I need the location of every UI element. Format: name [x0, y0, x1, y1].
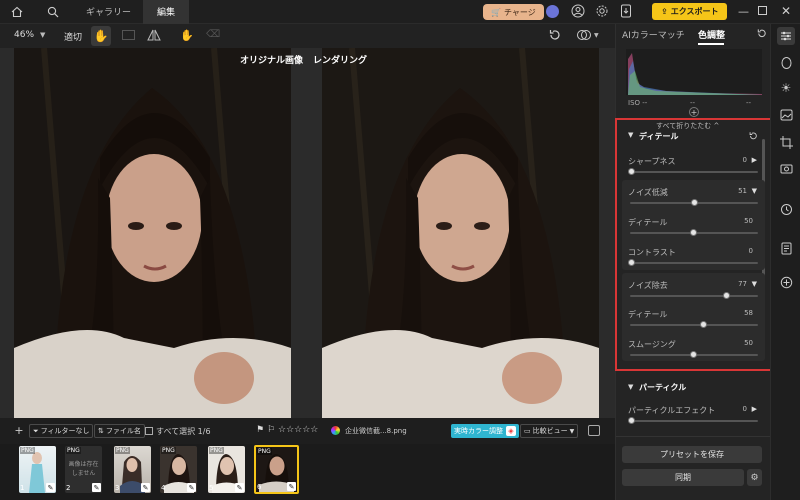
highlight-box: [615, 118, 782, 371]
filter-dropdown[interactable]: ⏷ フィルターなし: [29, 424, 94, 438]
sort-icon: ⇅: [98, 427, 104, 435]
tab-gallery[interactable]: ギャラリー: [74, 0, 143, 24]
panel-divider: [616, 436, 770, 437]
eraser-icon[interactable]: ⌫: [206, 29, 220, 40]
thumbnail[interactable]: PNG 3 ✎: [114, 446, 151, 493]
account-icon[interactable]: [571, 4, 585, 18]
cart-icon: 🛒: [491, 7, 501, 17]
thumbnail-selected[interactable]: PNG 6 ✎: [254, 445, 299, 494]
expand-arrow-icon[interactable]: ▶: [752, 405, 757, 413]
history-icon[interactable]: [778, 201, 794, 217]
star-rating[interactable]: ☆☆☆☆☆: [278, 425, 318, 435]
discord-icon[interactable]: [546, 5, 559, 18]
camera-icon[interactable]: [778, 160, 794, 176]
histogram-value-1: --: [690, 99, 696, 107]
filmstrip: PNG 1 ✎ PNG 画像は存在しません 2 ✎ PNG 3 ✎ PNG 4 …: [0, 444, 615, 500]
filter-icon: ⏷: [33, 426, 39, 435]
select-all-label[interactable]: すべて選択 1/6: [156, 426, 211, 437]
panel-reset-icon[interactable]: [756, 28, 767, 39]
add-image-icon[interactable]: +: [13, 424, 25, 437]
sync-settings-icon[interactable]: ⚙: [747, 469, 762, 486]
search-icon[interactable]: [46, 5, 60, 19]
export-icon: ⇪: [661, 7, 668, 16]
edit-pen-icon[interactable]: ✎: [141, 483, 150, 492]
gear-icon[interactable]: [595, 4, 609, 18]
histogram: [626, 49, 762, 95]
update-icon[interactable]: [620, 4, 632, 18]
maximize-icon[interactable]: [758, 6, 767, 15]
light-icon[interactable]: ☀: [778, 80, 794, 96]
zoom-level[interactable]: 46%: [14, 30, 34, 40]
edit-pen-icon[interactable]: ✎: [46, 483, 55, 492]
original-label: オリジナル画像: [240, 56, 304, 66]
original-image: [14, 48, 291, 418]
title-bar: ギャラリー 編集 🛒 チャージ ⇪ エクスポート — ✕: [0, 0, 800, 24]
edit-pen-icon[interactable]: ✎: [235, 483, 244, 492]
particle-section-title[interactable]: パーティクル: [639, 382, 686, 393]
filter-bar: + ⏷ フィルターなし ⇅ ファイル名 すべて選択 1/6 ⚑ ⚐ ☆☆☆☆☆ 企业…: [0, 418, 615, 444]
hand-tool-icon[interactable]: ✋: [91, 26, 111, 46]
filename-label: 企业微信截...8.png: [345, 427, 407, 435]
thumbnail[interactable]: PNG 4 ✎: [160, 446, 197, 493]
particle-chevron-icon[interactable]: ▼: [628, 383, 633, 391]
sync-button[interactable]: 同期: [622, 469, 744, 486]
charge-button[interactable]: 🛒 チャージ: [483, 4, 544, 20]
compare-mode-icon[interactable]: [576, 28, 592, 42]
image-icon[interactable]: [778, 107, 794, 123]
monitor-icon: ▭: [524, 427, 531, 435]
crop-icon[interactable]: [778, 134, 794, 150]
edit-pen-icon[interactable]: ✎: [187, 483, 196, 492]
tab-ai-color-match[interactable]: AIカラーマッチ: [622, 28, 685, 41]
notes-icon[interactable]: [778, 240, 794, 256]
color-label-icon[interactable]: [331, 426, 340, 435]
flag-reject-icon[interactable]: ⚐: [267, 425, 275, 435]
save-preset-button[interactable]: プリセットを保存: [622, 446, 762, 463]
home-icon[interactable]: [10, 5, 24, 19]
compare-dropdown-icon[interactable]: ▼: [594, 32, 599, 39]
adjust-sliders-icon[interactable]: [777, 27, 795, 45]
chevron-down-icon: ▼: [569, 427, 575, 435]
tab-color-adjust[interactable]: 色調整: [698, 28, 725, 41]
histogram-value-2: --: [746, 99, 752, 107]
tab-edit[interactable]: 編集: [143, 0, 190, 24]
edit-pen-icon[interactable]: ✎: [92, 483, 101, 492]
fit-button[interactable]: 適切: [64, 30, 82, 43]
face-icon[interactable]: [778, 55, 794, 71]
brush-icon[interactable]: ✋: [180, 29, 194, 42]
compare-view-dropdown[interactable]: ▭ 比較ビュー ▼: [520, 424, 579, 438]
zoom-dropdown-icon[interactable]: ▼: [40, 31, 45, 39]
export-button[interactable]: ⇪ エクスポート: [652, 3, 728, 20]
rendered-image: [322, 48, 599, 418]
slider-particle-effect[interactable]: パーティクルエフェクト 0 ▶: [628, 405, 761, 433]
flag-white-icon[interactable]: ⚑: [256, 425, 264, 435]
edit-pen-icon[interactable]: ✎: [287, 482, 296, 491]
panel-toggle-icon[interactable]: [588, 425, 600, 436]
thumbnail[interactable]: PNG 5 ✎: [208, 446, 245, 493]
realtime-color-toggle[interactable]: 実時カラー調整 ◈: [451, 424, 519, 438]
toolbar: 46% ▼ 適切 ✋ ✋ ⌫ ▼: [0, 24, 615, 48]
render-label: レンダリング: [313, 56, 368, 66]
tab-underline: [698, 43, 724, 45]
sort-dropdown[interactable]: ⇅ ファイル名: [94, 424, 145, 438]
close-icon[interactable]: ✕: [781, 4, 791, 18]
minimize-icon[interactable]: —: [738, 5, 749, 18]
thumbnail-missing[interactable]: PNG 画像は存在しません 2 ✎: [65, 446, 102, 493]
split-view-icon[interactable]: [122, 30, 135, 40]
tool-sidebar: ☀: [770, 24, 800, 500]
realtime-toggle-icon: ◈: [506, 426, 516, 436]
select-all-checkbox[interactable]: [145, 427, 153, 435]
add-icon[interactable]: +: [689, 107, 699, 117]
image-viewer[interactable]: オリジナル画像 レンダリング: [0, 48, 615, 418]
reset-icon[interactable]: [548, 28, 562, 42]
thumbnail[interactable]: PNG 1 ✎: [19, 446, 56, 493]
add-circle-icon[interactable]: [778, 274, 794, 290]
histogram-iso: ISO --: [628, 99, 648, 107]
flip-icon[interactable]: [147, 28, 161, 42]
slider-knob[interactable]: [628, 417, 635, 424]
